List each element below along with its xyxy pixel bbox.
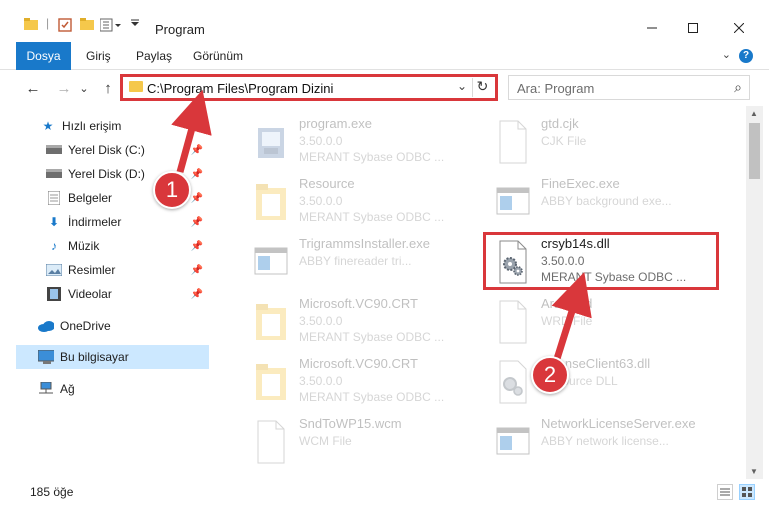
- arrow-to-dll-file: [551, 271, 592, 364]
- step-2-badge: 2: [531, 356, 569, 394]
- arrow-to-address-bar: [171, 89, 212, 173]
- step-1-badge: 1: [153, 171, 191, 209]
- annotation-arrows: [171, 89, 592, 364]
